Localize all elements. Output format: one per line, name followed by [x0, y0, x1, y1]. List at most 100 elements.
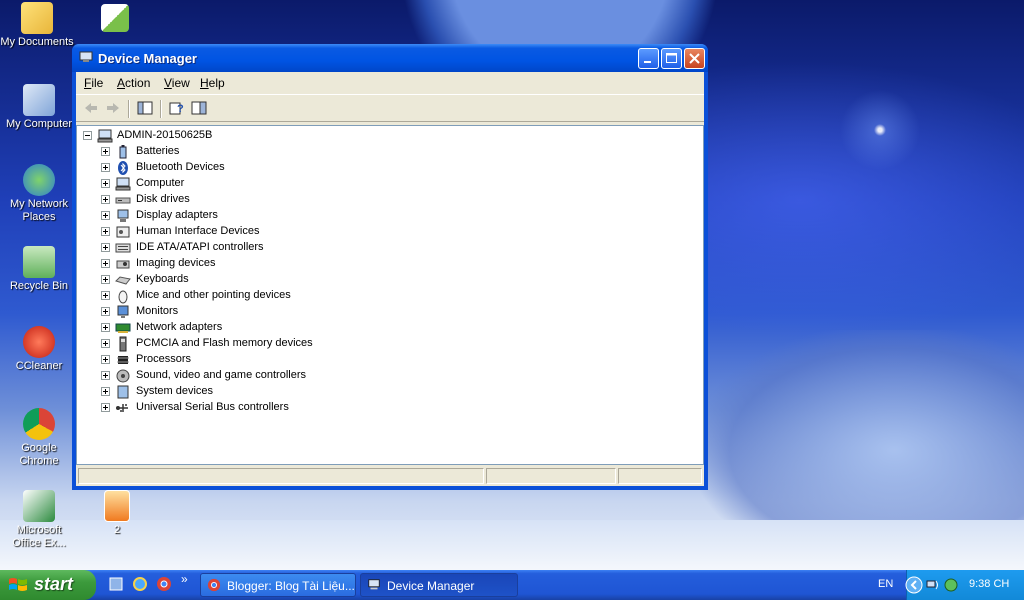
- tree-node-ide-ata-atapi-controllers[interactable]: IDE ATA/ATAPI controllers: [101, 240, 401, 256]
- window-title: Device Manager: [98, 51, 197, 66]
- tree-node-universal-serial-bus-controllers[interactable]: Universal Serial Bus controllers: [101, 400, 401, 416]
- menu-view[interactable]: View: [164, 76, 190, 90]
- update-driver-icon[interactable]: [190, 100, 208, 116]
- expand-icon[interactable]: [101, 259, 110, 268]
- tree-node-label: Disk drives: [136, 193, 190, 205]
- minimize-button[interactable]: [638, 48, 659, 69]
- tree-node-label: Display adapters: [136, 209, 218, 221]
- expand-icon[interactable]: [101, 211, 110, 220]
- start-button[interactable]: start: [0, 570, 96, 600]
- tree-node-system-devices[interactable]: System devices: [101, 384, 401, 400]
- chrome-icon: [23, 408, 55, 440]
- taskbar-button-label: Blogger: Blog Tài Liệu...: [227, 579, 355, 593]
- quicklaunch-chrome-icon[interactable]: [156, 576, 172, 592]
- menu-help[interactable]: Help: [200, 76, 225, 90]
- device-tree: ADMIN-20150625B Batteries Bluetooth Devic…: [76, 125, 704, 465]
- properties-help-icon[interactable]: ?: [168, 100, 186, 116]
- network-globe-icon: [23, 164, 55, 196]
- expand-icon[interactable]: [101, 179, 110, 188]
- tree-node-label: PCMCIA and Flash memory devices: [136, 337, 313, 349]
- desktop-icon-recycle-bin[interactable]: Recycle Bin: [2, 246, 76, 293]
- maximize-icon: [666, 53, 677, 63]
- desktop-icon-label: Google Chrome: [19, 442, 59, 467]
- tree-root-node[interactable]: ADMIN-20150625B: [83, 128, 383, 144]
- menu-file[interactable]: File: [84, 76, 103, 90]
- desktop-icon-my-computer[interactable]: My Computer: [2, 84, 76, 131]
- taskbar-button-blogger[interactable]: Blogger: Blog Tài Liệu...: [200, 573, 356, 597]
- quicklaunch-overflow-icon[interactable]: »: [181, 572, 188, 586]
- window-titlebar[interactable]: Device Manager: [72, 44, 708, 72]
- expand-icon[interactable]: [101, 339, 110, 348]
- menu-accel: V: [164, 76, 172, 90]
- tree-node-label: Batteries: [136, 145, 180, 157]
- desktop-icon-unikey[interactable]: [90, 4, 140, 34]
- forward-icon[interactable]: [104, 100, 122, 116]
- menu-accel: A: [117, 76, 126, 90]
- clock[interactable]: 9:38 CH: [969, 578, 1009, 590]
- windows-flag-icon: [9, 578, 27, 591]
- expand-icon[interactable]: [101, 403, 110, 412]
- tree-node-mice-and-other-pointing-devices[interactable]: Mice and other pointing devices: [101, 288, 401, 304]
- tree-node-display-adapters[interactable]: Display adapters: [101, 208, 401, 224]
- tree-node-processors[interactable]: Processors: [101, 352, 401, 368]
- collapse-icon[interactable]: [83, 131, 92, 140]
- excel-icon: [23, 490, 55, 522]
- globe-tray-icon[interactable]: [943, 577, 959, 593]
- expand-icon[interactable]: [101, 307, 110, 316]
- minimize-icon: [644, 61, 651, 63]
- tree-node-computer[interactable]: Computer: [101, 176, 401, 192]
- expand-icon[interactable]: [101, 387, 110, 396]
- expand-icon[interactable]: [101, 195, 110, 204]
- window-client-area: File Action View Help ? ADMIN-20150625B …: [76, 72, 704, 486]
- desktop-icon-2[interactable]: 2: [80, 490, 154, 537]
- tree-node-human-interface-devices[interactable]: Human Interface Devices: [101, 224, 401, 240]
- back-icon[interactable]: [82, 100, 100, 116]
- menu-label: iew: [171, 76, 190, 90]
- tree-node-label: Human Interface Devices: [136, 225, 260, 237]
- desktop-icon-google-chrome[interactable]: Google Chrome: [2, 408, 76, 468]
- quicklaunch-internet-explorer-icon[interactable]: [132, 576, 148, 592]
- show-hide-tree-icon[interactable]: [136, 100, 154, 116]
- status-bar: [76, 466, 704, 486]
- tree-node-sound-video-and-game-controllers[interactable]: Sound, video and game controllers: [101, 368, 401, 384]
- expand-icon[interactable]: [101, 355, 110, 364]
- expand-icon[interactable]: [101, 163, 110, 172]
- tree-node-disk-drives[interactable]: Disk drives: [101, 192, 401, 208]
- desktop-icon-label: 2: [113, 524, 121, 536]
- show-hidden-icons-chevron-icon[interactable]: [905, 576, 923, 594]
- expand-icon[interactable]: [101, 227, 110, 236]
- desktop-icon-microsoft-office-excel[interactable]: Microsoft Office Ex...: [2, 490, 76, 550]
- menu-bar: File Action View Help: [76, 72, 704, 94]
- tree-node-pcmcia-and-flash-memory-devices[interactable]: PCMCIA and Flash memory devices: [101, 336, 401, 352]
- tree-node-bluetooth-devices[interactable]: Bluetooth Devices: [101, 160, 401, 176]
- desktop-icon-my-documents[interactable]: My Documents: [0, 2, 74, 49]
- tree-node-monitors[interactable]: Monitors: [101, 304, 401, 320]
- toolbar-separator: [128, 100, 130, 118]
- expand-icon[interactable]: [101, 243, 110, 252]
- folder-icon: [21, 2, 53, 34]
- tree-node-batteries[interactable]: Batteries: [101, 144, 401, 160]
- desktop-icon-my-network-places[interactable]: My Network Places: [2, 164, 76, 224]
- tree-node-label: Bluetooth Devices: [136, 161, 225, 173]
- quicklaunch-windows-explorer-icon[interactable]: [108, 576, 124, 592]
- expand-icon[interactable]: [101, 291, 110, 300]
- network-adapter-icon: [115, 323, 131, 333]
- language-indicator[interactable]: EN: [878, 578, 893, 590]
- expand-icon[interactable]: [101, 323, 110, 332]
- toolbar-separator: [160, 100, 162, 118]
- expand-icon[interactable]: [101, 275, 110, 284]
- menu-action[interactable]: Action: [117, 76, 150, 90]
- tree-node-imaging-devices[interactable]: Imaging devices: [101, 256, 401, 272]
- network-tray-icon[interactable]: [925, 577, 941, 593]
- tree-node-network-adapters[interactable]: Network adapters: [101, 320, 401, 336]
- device-manager-app-icon: [79, 51, 93, 62]
- tree-node-keyboards[interactable]: Keyboards: [101, 272, 401, 288]
- close-button[interactable]: [684, 48, 705, 69]
- expand-icon[interactable]: [101, 371, 110, 380]
- desktop-icon-ccleaner[interactable]: CCleaner: [2, 326, 76, 373]
- taskbar-button-device-manager[interactable]: Device Manager: [360, 573, 518, 597]
- expand-icon[interactable]: [101, 147, 110, 156]
- maximize-button[interactable]: [661, 48, 682, 69]
- taskbar-button-label: Device Manager: [387, 579, 475, 593]
- imaging-device-icon: [116, 260, 130, 269]
